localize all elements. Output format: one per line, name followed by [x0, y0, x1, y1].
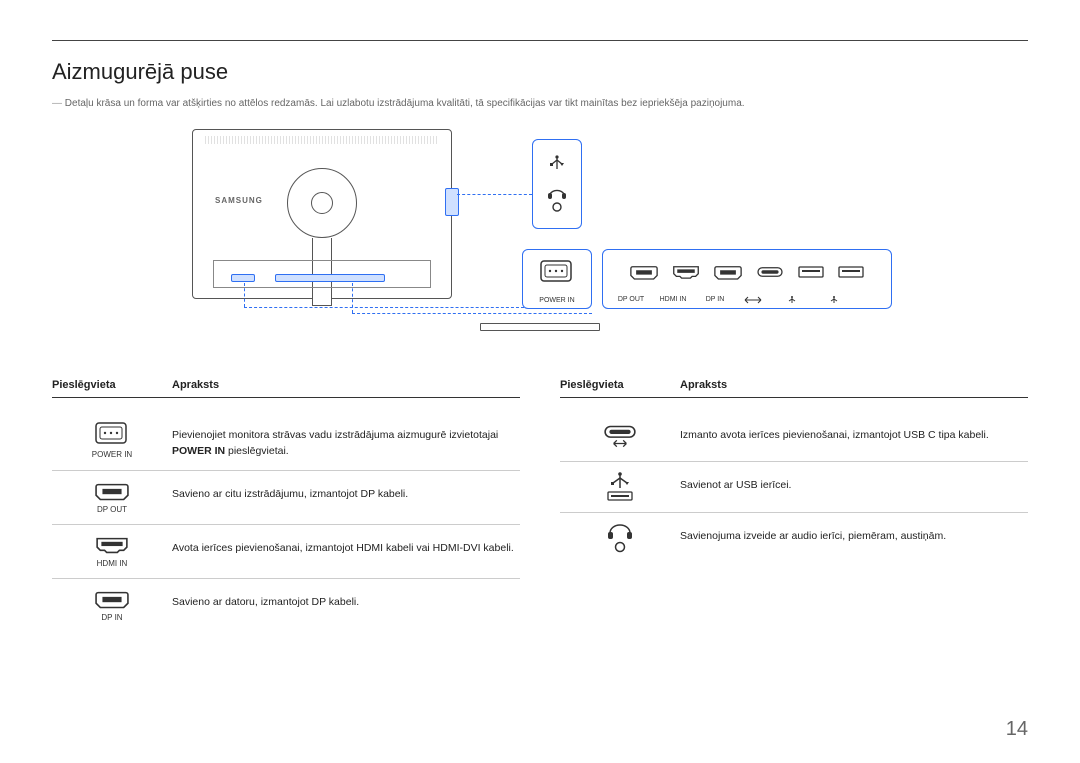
- port-label: POWER IN: [92, 450, 132, 459]
- table-row: Izmanto avota ierīces pievienošanai, izm…: [560, 412, 1028, 462]
- page-title: Aizmugurējā puse: [52, 59, 1028, 85]
- lbl-dpout: DP OUT: [617, 296, 645, 304]
- leader-line-power-v: [244, 283, 245, 307]
- headphone-port-icon: [604, 523, 636, 553]
- port-label: HDMI IN: [97, 559, 128, 568]
- usba-port-icon: [604, 472, 636, 502]
- table-head: Pieslēgvieta Apraksts: [560, 379, 1028, 398]
- port-desc: Savieno ar datoru, izmantojot DP kabeli.: [172, 589, 520, 611]
- port-label: DP IN: [101, 613, 122, 622]
- port-desc: Savienojuma izveide ar audio ierīci, pie…: [680, 523, 1028, 545]
- callout-side-ports: [532, 139, 582, 229]
- dp-port-icon: [95, 589, 129, 609]
- leader-line-ports: [352, 313, 592, 314]
- vent-pattern: [205, 136, 439, 144]
- callout-power: POWER IN: [522, 249, 592, 309]
- lbl-usb2: [827, 296, 855, 304]
- monitor-outline: SAMSUNG: [192, 129, 452, 299]
- usba-port-icon-2: [838, 266, 864, 278]
- dp-out-port-icon: [630, 264, 658, 280]
- leader-line-side: [457, 194, 532, 195]
- page-number: 14: [1006, 718, 1028, 741]
- headphone-icon: [545, 185, 569, 213]
- port-desc: Savienot ar USB ierīcei.: [680, 472, 1028, 494]
- lbl-usb1: [785, 296, 813, 304]
- table-row: POWER IN Pievienojiet monitora strāvas v…: [52, 412, 520, 471]
- port-tables: Pieslēgvieta Apraksts POWER IN Pievienoj…: [52, 379, 1028, 632]
- table-row: HDMI IN Avota ierīces pievienošanai, izm…: [52, 525, 520, 579]
- th-port: Pieslēgvieta: [52, 379, 172, 391]
- port-desc: Savieno ar citu izstrādājumu, izmantojot…: [172, 481, 520, 503]
- lbl-usbc: [743, 296, 771, 304]
- table-row: Savienojuma izveide ar audio ierīci, pie…: [560, 513, 1028, 563]
- port-label: DP OUT: [97, 505, 127, 514]
- port-desc: Avota ierīces pievienošanai, izmantojot …: [172, 535, 520, 557]
- top-rule: [52, 40, 1028, 41]
- disclaimer-note: Detaļu krāsa un forma var atšķirties no …: [52, 97, 1028, 111]
- hdmi-in-port-icon: [672, 264, 700, 280]
- lbl-dpin: DP IN: [701, 296, 729, 304]
- th-desc: Apraksts: [172, 379, 219, 391]
- right-table: Pieslēgvieta Apraksts Izmanto avota ierī…: [560, 379, 1028, 632]
- usba-port-icon-1: [798, 266, 824, 278]
- th-port: Pieslēgvieta: [560, 379, 680, 391]
- power-label: POWER IN: [539, 297, 574, 304]
- callout-io-ports: DP OUT HDMI IN DP IN: [602, 249, 892, 309]
- left-table: Pieslēgvieta Apraksts POWER IN Pievienoj…: [52, 379, 520, 632]
- vesa-mount-icon: [287, 168, 357, 238]
- rear-diagram: SAMSUNG POWER IN: [52, 129, 1028, 359]
- usbc-port-icon: [603, 422, 637, 448]
- usbc-port-icon: [756, 266, 784, 278]
- highlight-io-ports: [275, 274, 385, 282]
- dp-in-port-icon: [714, 264, 742, 280]
- stand-base: [480, 323, 600, 331]
- th-desc: Apraksts: [680, 379, 727, 391]
- hdmi-port-icon: [95, 535, 129, 555]
- port-desc: Pievienojiet monitora strāvas vadu izstr…: [172, 422, 520, 460]
- usb-icon: [545, 155, 569, 175]
- lbl-hdmiin: HDMI IN: [659, 296, 687, 304]
- table-row: Savienot ar USB ierīcei.: [560, 462, 1028, 513]
- table-row: DP IN Savieno ar datoru, izmantojot DP k…: [52, 579, 520, 632]
- table-row: DP OUT Savieno ar citu izstrādājumu, izm…: [52, 471, 520, 525]
- highlight-side-ports: [445, 188, 459, 216]
- leader-line-power: [244, 307, 524, 308]
- table-head: Pieslēgvieta Apraksts: [52, 379, 520, 398]
- power-socket-icon: [95, 422, 129, 446]
- dp-port-icon: [95, 481, 129, 501]
- highlight-power-port: [231, 274, 255, 282]
- port-labels-row: DP OUT HDMI IN DP IN: [603, 296, 891, 304]
- port-desc: Izmanto avota ierīces pievienošanai, izm…: [680, 422, 1028, 444]
- brand-label: SAMSUNG: [215, 196, 263, 205]
- leader-line-ports-v: [352, 283, 353, 313]
- power-socket-icon: [540, 260, 574, 284]
